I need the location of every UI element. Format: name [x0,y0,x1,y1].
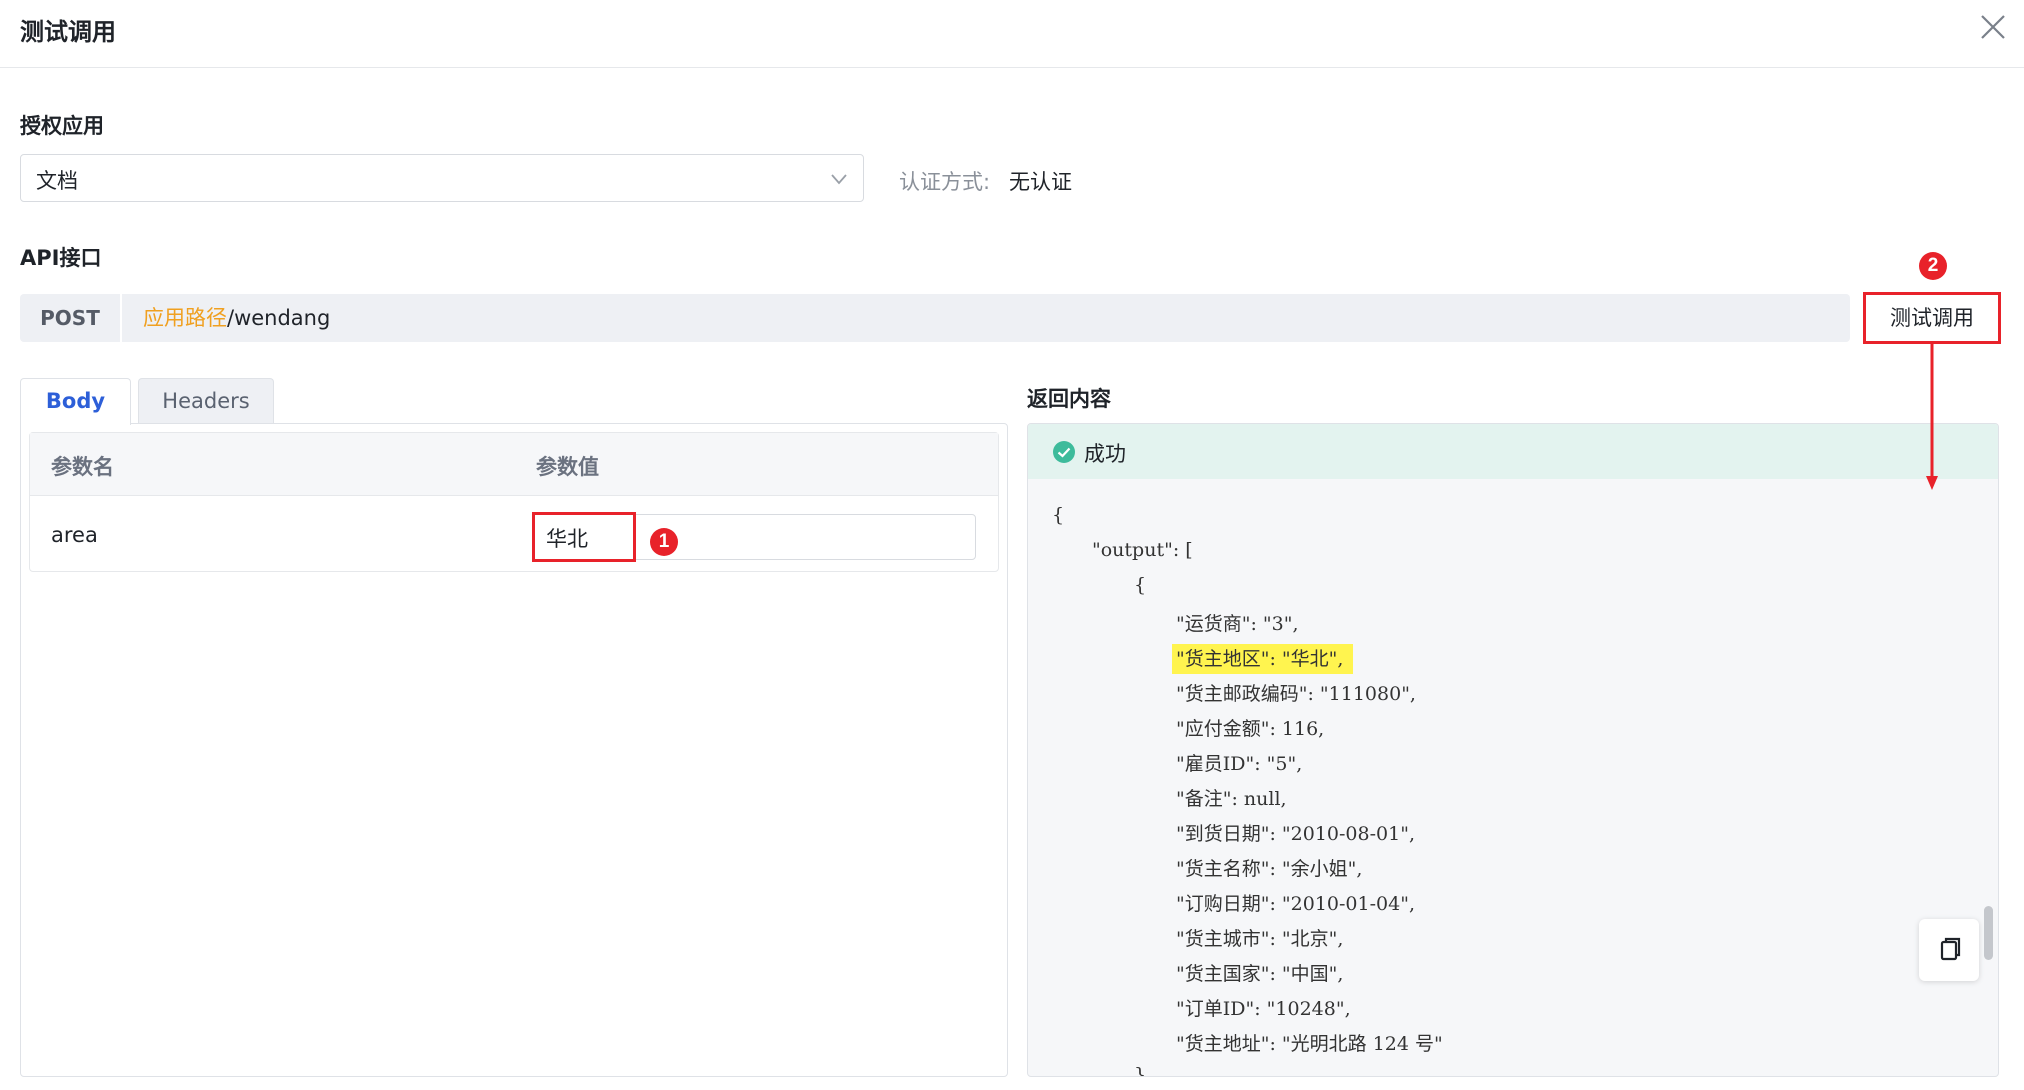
code-line: "货主国家": "中国", [1176,963,1344,985]
copy-button[interactable] [1919,919,1979,981]
code-line: "订购日期": "2010-01-04", [1176,893,1415,915]
code-line: "货主邮政编码": "111080", [1176,683,1416,705]
code-line: "应付金额": 116, [1176,718,1325,740]
annotation-highlight-box [532,512,636,562]
column-header-param-name: 参数名 [51,455,114,479]
response-code: { "output": [ { "运货商": "3", "货主地区": "华北"… [1028,479,1998,1077]
params-table-header: 参数名 参数值 [30,433,998,496]
column-header-param-value: 参数值 [536,455,599,479]
close-icon [1981,15,2005,39]
auth-app-select[interactable]: 文档 [20,154,864,202]
code-line: "雇员ID": "5", [1176,753,1303,775]
scrollbar-thumb[interactable] [1984,906,1993,960]
code-line: } [1134,1064,1147,1077]
code-line: "运货商": "3", [1176,613,1299,635]
annotation-badge-1: 1 [650,528,678,556]
api-path: 应用路径/wendang [122,294,1850,342]
chevron-down-icon [831,174,847,185]
code-line: { [1052,504,1065,526]
auth-app-label: 授权应用 [20,114,104,138]
params-table: 参数名 参数值 area 华北 1 [29,432,999,572]
tab-headers[interactable]: Headers [138,378,274,424]
code-line: "output": [ [1092,539,1193,561]
highlighted-text: "货主地区": "华北", [1172,644,1354,674]
code-line: "订单ID": "10248", [1176,998,1351,1020]
code-line: "货主地址": "光明北路 124 号" [1176,1033,1443,1055]
api-path-suffix: /wendang [227,306,331,330]
body-panel: 参数名 参数值 area 华北 1 [20,423,1008,1077]
copy-icon [1940,937,1961,961]
auth-app-selected-value: 文档 [36,169,78,193]
check-circle-icon [1053,441,1075,463]
annotation-badge-2: 2 [1919,252,1947,280]
param-name-cell: area [51,523,98,547]
response-label: 返回内容 [1027,387,1111,411]
api-path-prefix: 应用路径 [143,306,227,330]
dialog-title: 测试调用 [20,18,116,46]
close-button[interactable] [1976,10,2010,44]
tab-body[interactable]: Body [20,378,131,425]
auth-method-value: 无认证 [1009,170,1072,194]
auth-method-label: 认证方式: [899,170,991,194]
api-label: API接口 [20,246,102,270]
code-line-highlighted: "货主地区": "华北", [1172,644,1354,674]
test-call-button[interactable]: 测试调用 [1863,292,2001,344]
status-bar: 成功 [1028,424,1998,479]
status-text: 成功 [1084,442,1126,466]
code-line: "货主名称": "余小姐", [1176,858,1363,880]
code-line: "到货日期": "2010-08-01", [1176,823,1415,845]
code-line: "备注": null, [1176,788,1287,810]
response-panel: 成功 { "output": [ { "运货商": "3", "货主地区": "… [1027,423,1999,1077]
code-line: "货主城市": "北京", [1176,928,1344,950]
http-method: POST [20,294,120,342]
code-line: { [1134,574,1147,596]
dialog-header [0,0,2024,68]
